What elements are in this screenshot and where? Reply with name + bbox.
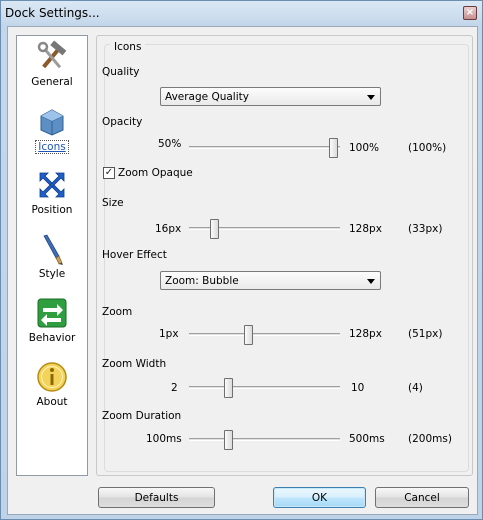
tools-icon <box>37 40 67 69</box>
icons-icon <box>40 109 64 136</box>
opacity-slider-thumb[interactable] <box>329 138 338 158</box>
opacity-label: Opacity <box>102 116 143 128</box>
quality-label: Quality <box>102 66 140 78</box>
brush-icon <box>43 234 63 265</box>
sidebar-item-label: Position <box>31 204 73 216</box>
chevron-down-icon <box>367 95 375 100</box>
zoom-width-current-value: (4) <box>408 382 423 394</box>
sidebar-item-icons[interactable]: Icons <box>17 104 87 168</box>
zoom-width-max-label: 10 <box>351 382 365 394</box>
zoom-opaque-label: Zoom Opaque <box>118 167 193 179</box>
zoom-duration-slider-thumb[interactable] <box>224 430 233 450</box>
zoom-width-label: Zoom Width <box>102 358 167 370</box>
zoom-slider-thumb[interactable] <box>244 325 253 345</box>
zoom-slider[interactable] <box>189 325 340 345</box>
defaults-button[interactable]: Defaults <box>98 487 215 508</box>
zoom-label: Zoom <box>102 306 133 318</box>
size-min-label: 16px <box>155 223 182 235</box>
zoom-width-slider[interactable] <box>189 378 340 398</box>
opacity-min-label: 50% <box>158 138 182 150</box>
group-title: Icons <box>110 41 146 53</box>
dock-settings-window: Dock Settings... × General Icons Positio… <box>0 0 483 520</box>
close-icon: × <box>465 7 475 18</box>
opacity-current-value: (100%) <box>408 142 447 154</box>
zoom-duration-min-label: 100ms <box>146 433 182 445</box>
settings-panel: Icons Quality Average Quality Opacity 50… <box>96 35 473 476</box>
sidebar-item-behavior[interactable]: Behavior <box>17 296 87 360</box>
zoom-duration-label: Zoom Duration <box>102 410 182 422</box>
title-bar[interactable]: Dock Settings... × <box>1 1 482 25</box>
zoom-opaque-checkbox[interactable]: ✓ <box>103 167 115 179</box>
zoom-duration-max-label: 500ms <box>349 433 385 445</box>
zoom-current-value: (51px) <box>408 328 443 340</box>
ok-button-label: OK <box>311 491 328 504</box>
cancel-button[interactable]: Cancel <box>375 487 469 508</box>
sidebar-item-label: Behavior <box>28 332 76 344</box>
hover-effect-selected-value: Zoom: Bubble <box>165 275 239 287</box>
zoom-duration-slider[interactable] <box>189 430 340 450</box>
size-slider[interactable] <box>189 219 340 239</box>
chevron-down-icon <box>367 279 375 284</box>
ok-button[interactable]: OK <box>273 487 366 508</box>
sidebar-item-label: General <box>31 76 73 88</box>
sidebar-item-general[interactable]: General <box>17 40 87 104</box>
zoom-max-label: 128px <box>349 328 382 340</box>
dialog-client-area: General Icons Position Style Behavior Ab… <box>7 26 478 515</box>
info-icon <box>37 362 67 392</box>
opacity-slider[interactable] <box>189 138 340 158</box>
hover-effect-dropdown[interactable]: Zoom: Bubble <box>160 271 381 290</box>
close-button[interactable]: × <box>463 6 477 20</box>
sidebar-item-position[interactable]: Position <box>17 168 87 232</box>
hover-effect-label: Hover Effect <box>102 249 167 261</box>
size-label: Size <box>102 197 124 209</box>
zoom-width-slider-thumb[interactable] <box>224 378 233 398</box>
sidebar-item-style[interactable]: Style <box>17 232 87 296</box>
size-current-value: (33px) <box>408 223 443 235</box>
defaults-button-label: Defaults <box>134 491 179 504</box>
quality-selected-value: Average Quality <box>165 91 249 103</box>
zoom-width-min-label: 2 <box>171 382 178 394</box>
size-slider-thumb[interactable] <box>210 219 219 239</box>
cancel-button-label: Cancel <box>404 491 440 504</box>
behavior-arrows-icon <box>37 298 67 328</box>
window-title: Dock Settings... <box>5 6 100 20</box>
size-max-label: 128px <box>349 223 382 235</box>
checkmark-icon: ✓ <box>104 167 114 178</box>
sidebar-item-about[interactable]: About <box>17 360 87 424</box>
sidebar-item-label: Icons <box>35 140 69 154</box>
sidebar-item-label: About <box>36 396 68 408</box>
sidebar-item-label: Style <box>38 268 66 280</box>
zoom-min-label: 1px <box>159 328 179 340</box>
quality-dropdown[interactable]: Average Quality <box>160 87 381 106</box>
category-sidebar: General Icons Position Style Behavior Ab… <box>16 35 88 476</box>
opacity-max-label: 100% <box>349 142 380 154</box>
zoom-duration-current-value: (200ms) <box>408 433 452 445</box>
position-arrows-icon <box>39 172 65 198</box>
